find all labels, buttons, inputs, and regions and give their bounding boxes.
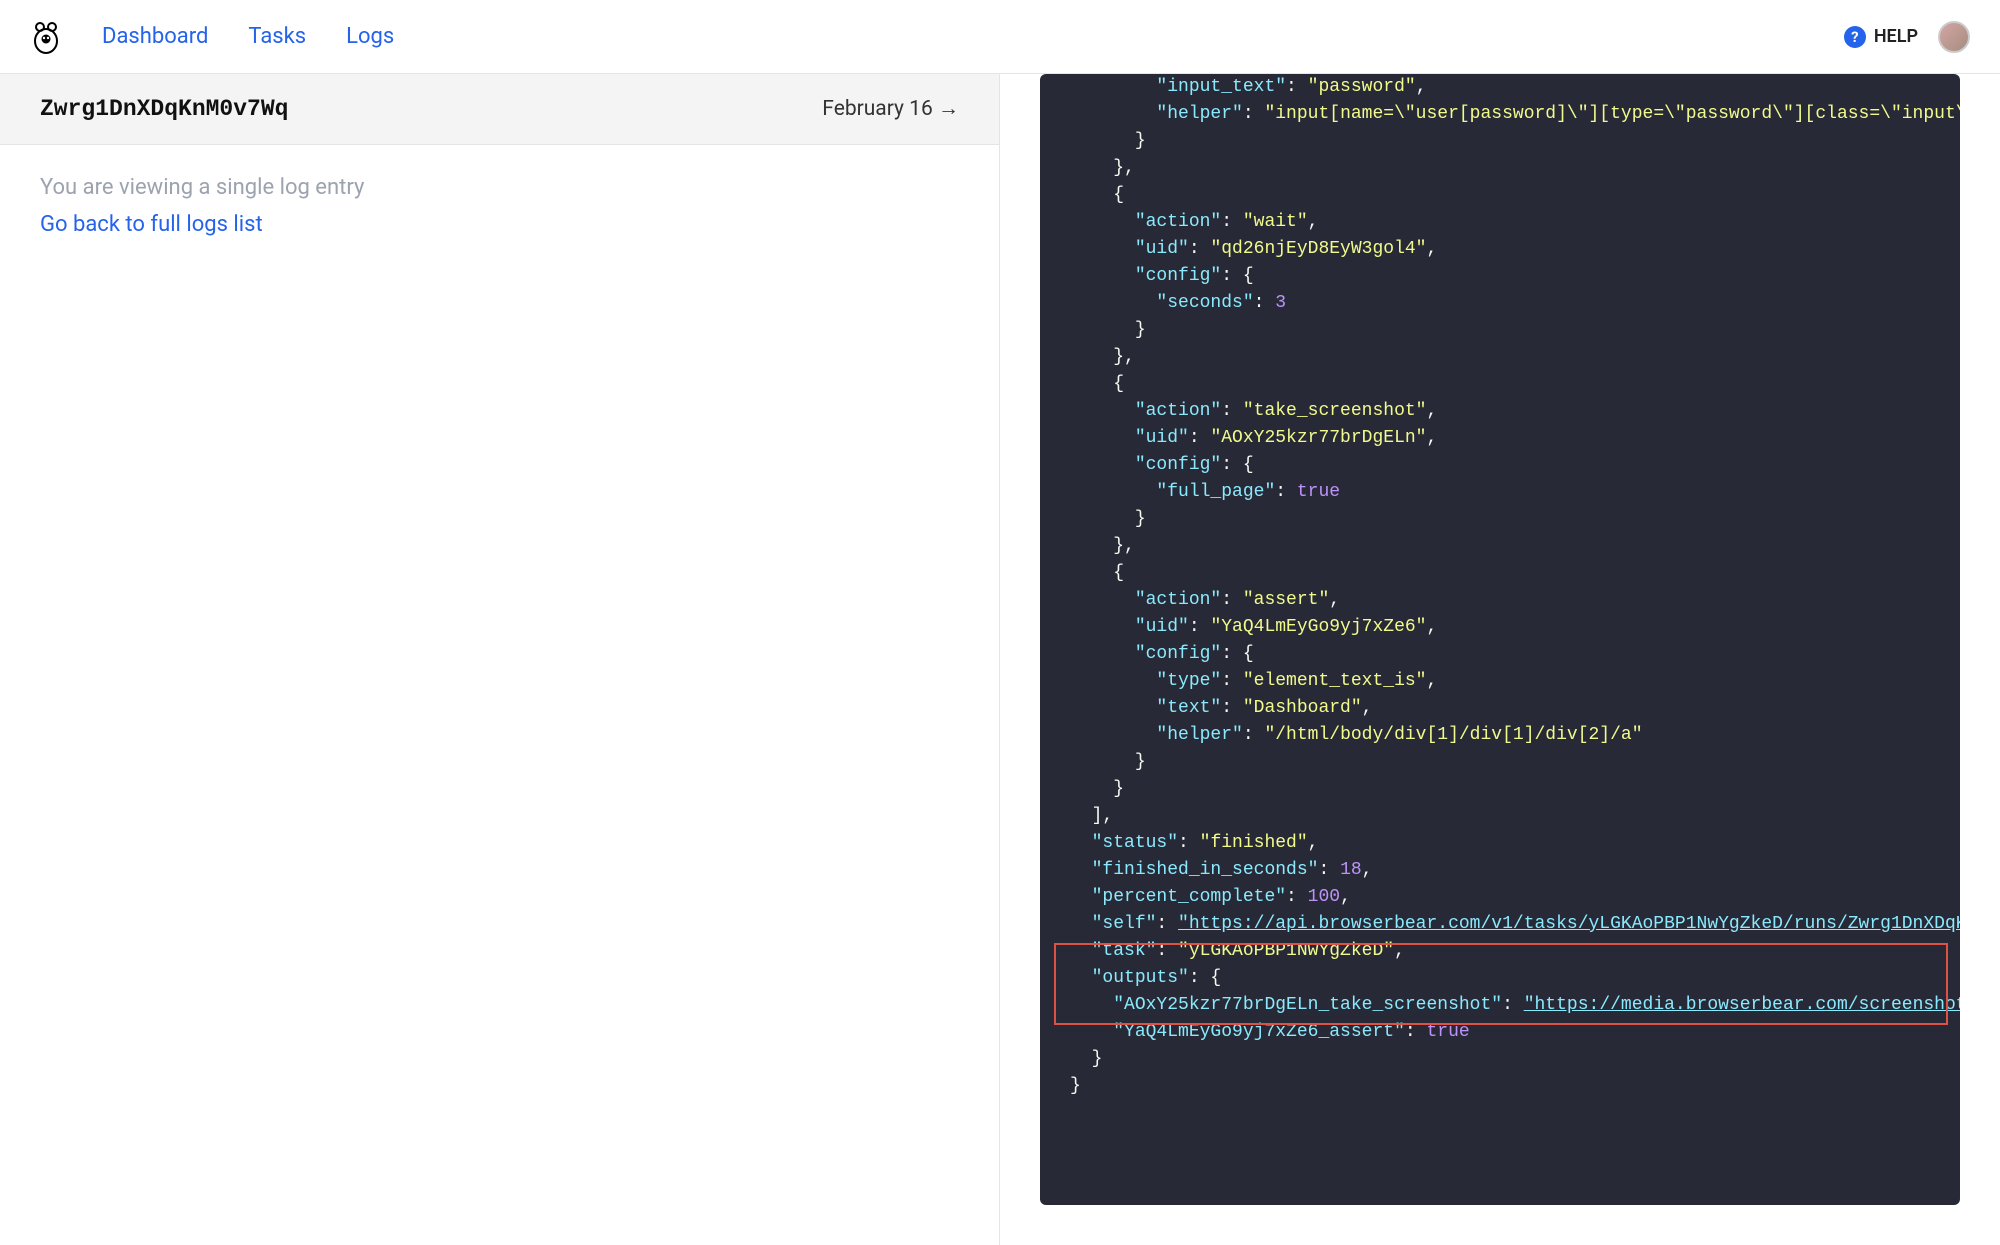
code-block[interactable]: "input_text": "password", "helper": "inp… — [1040, 74, 1960, 1205]
log-date[interactable]: February 16 → — [822, 97, 959, 121]
code-pre: "input_text": "password", "helper": "inp… — [1070, 74, 1930, 1100]
bear-logo-icon — [32, 19, 60, 55]
log-id: Zwrg1DnXDqKnM0v7Wq — [40, 96, 288, 122]
log-body: You are viewing a single log entry Go ba… — [0, 145, 999, 267]
back-link[interactable]: Go back to full logs list — [40, 212, 263, 237]
top-navigation: Dashboard Tasks Logs ? HELP — [0, 0, 2000, 74]
help-link[interactable]: ? HELP — [1844, 26, 1918, 48]
logo[interactable] — [30, 17, 62, 57]
nav-logs[interactable]: Logs — [346, 24, 394, 49]
log-header: Zwrg1DnXDqKnM0v7Wq February 16 → — [0, 74, 999, 145]
help-icon: ? — [1844, 26, 1866, 48]
right-panel: "input_text": "password", "helper": "inp… — [1000, 74, 2000, 1245]
info-text: You are viewing a single log entry — [40, 175, 959, 200]
content: Zwrg1DnXDqKnM0v7Wq February 16 → You are… — [0, 74, 2000, 1245]
left-panel: Zwrg1DnXDqKnM0v7Wq February 16 → You are… — [0, 74, 1000, 1245]
nav-right: ? HELP — [1844, 21, 1970, 53]
nav-tasks[interactable]: Tasks — [248, 24, 306, 49]
avatar[interactable] — [1938, 21, 1970, 53]
nav-dashboard[interactable]: Dashboard — [102, 24, 208, 49]
help-label: HELP — [1874, 26, 1918, 47]
nav-links: Dashboard Tasks Logs — [102, 24, 394, 49]
